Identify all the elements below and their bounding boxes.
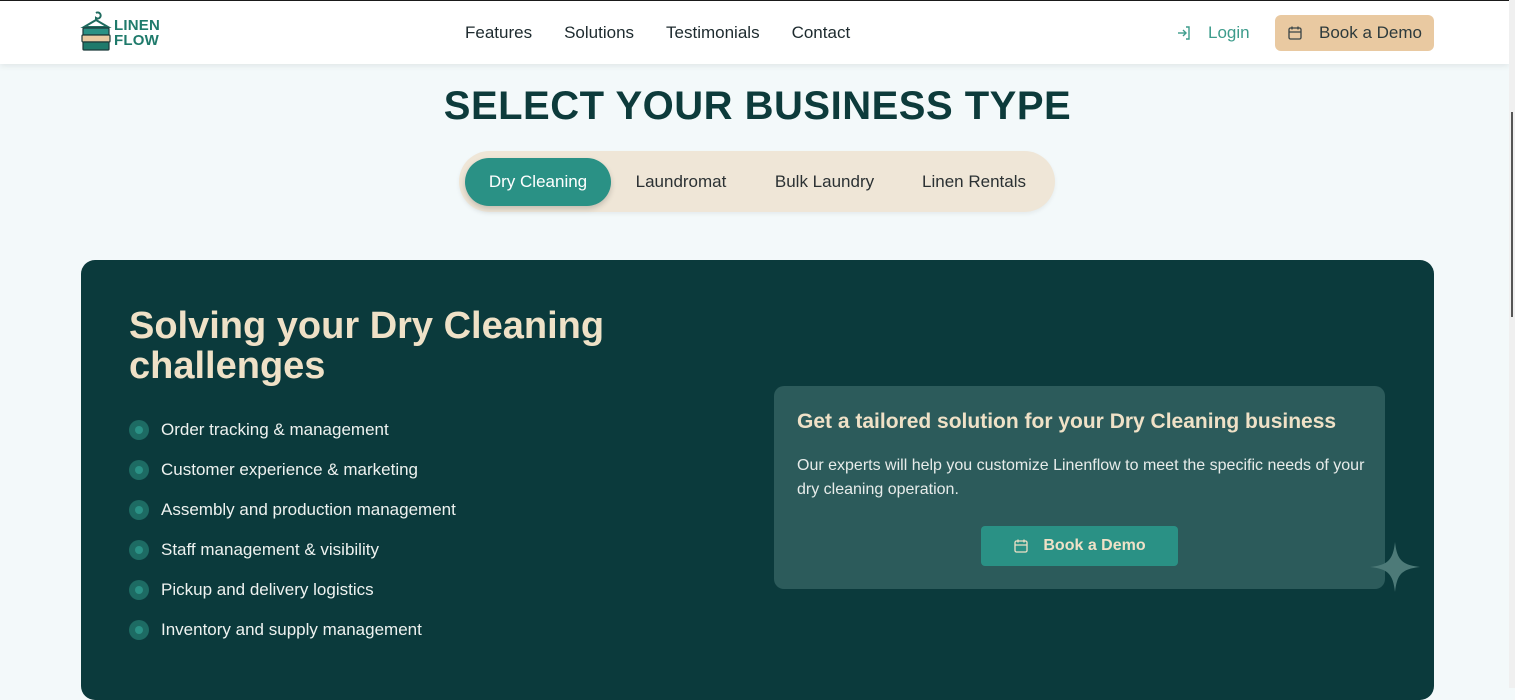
site-header: LINEN FLOW Features Solutions Testimonia… [0, 0, 1509, 64]
feature-label: Customer experience & marketing [161, 460, 419, 479]
business-type-tabs: Dry Cleaning Laundromat Bulk Laundry Lin… [459, 151, 1055, 212]
dot-icon [129, 620, 149, 640]
main-nav: Features Solutions Testimonials Contact [465, 23, 882, 43]
tab-linen-rentals[interactable]: Linen Rentals [915, 158, 1033, 206]
book-demo-button-card[interactable]: Book a Demo [981, 526, 1178, 566]
scrollbar-thumb[interactable] [1511, 112, 1513, 317]
nav-contact[interactable]: Contact [792, 23, 851, 43]
feature-label: Staff management & visibility [161, 540, 379, 559]
calendar-icon [1014, 539, 1029, 553]
list-item: Customer experience & marketing [129, 450, 456, 490]
logo[interactable]: LINEN FLOW [80, 11, 160, 55]
list-item: Order tracking & management [129, 410, 456, 450]
logo-line-1: LINEN [114, 17, 160, 34]
sparkle-icon [1370, 542, 1420, 592]
login-link[interactable]: Login [1176, 23, 1250, 43]
list-item: Inventory and supply management [129, 610, 456, 650]
book-demo-label: Book a Demo [1043, 537, 1146, 554]
section-title: SELECT YOUR BUSINESS TYPE [443, 84, 1072, 128]
dot-icon [129, 500, 149, 520]
feature-label: Pickup and delivery logistics [161, 580, 374, 599]
feature-label: Inventory and supply management [161, 620, 422, 639]
dot-icon [129, 460, 149, 480]
hanger-stack-icon [80, 11, 112, 51]
solutions-panel: Solving your Dry Cleaning challenges Ord… [81, 260, 1434, 700]
panel-title: Solving your Dry Cleaning challenges [129, 305, 605, 387]
dot-icon [129, 540, 149, 560]
tab-laundromat[interactable]: Laundromat [627, 158, 735, 206]
feature-list: Order tracking & management Customer exp… [129, 410, 456, 650]
feature-label: Assembly and production management [161, 500, 456, 519]
card-title: Get a tailored solution for your Dry Cle… [797, 410, 1337, 433]
nav-solutions[interactable]: Solutions [564, 23, 634, 43]
calendar-icon [1288, 26, 1302, 40]
list-item: Assembly and production management [129, 490, 456, 530]
tab-bulk-laundry[interactable]: Bulk Laundry [767, 158, 882, 206]
logo-line-2: FLOW [114, 32, 159, 49]
tailored-solution-card: Get a tailored solution for your Dry Cle… [774, 386, 1385, 589]
dot-icon [129, 580, 149, 600]
tab-dry-cleaning[interactable]: Dry Cleaning [465, 158, 611, 206]
nav-features[interactable]: Features [465, 23, 532, 43]
book-demo-label: Book a Demo [1319, 23, 1422, 42]
dot-icon [129, 420, 149, 440]
logo-text: LINEN FLOW [114, 18, 160, 48]
login-label: Login [1208, 23, 1250, 42]
list-item: Pickup and delivery logistics [129, 570, 456, 610]
nav-testimonials[interactable]: Testimonials [666, 23, 760, 43]
login-arrow-icon [1178, 26, 1190, 40]
list-item: Staff management & visibility [129, 530, 456, 570]
book-demo-button-header[interactable]: Book a Demo [1275, 15, 1434, 51]
card-text: Our experts will help you customize Line… [797, 457, 1365, 498]
scrollbar[interactable] [1509, 0, 1515, 688]
feature-label: Order tracking & management [161, 420, 389, 439]
